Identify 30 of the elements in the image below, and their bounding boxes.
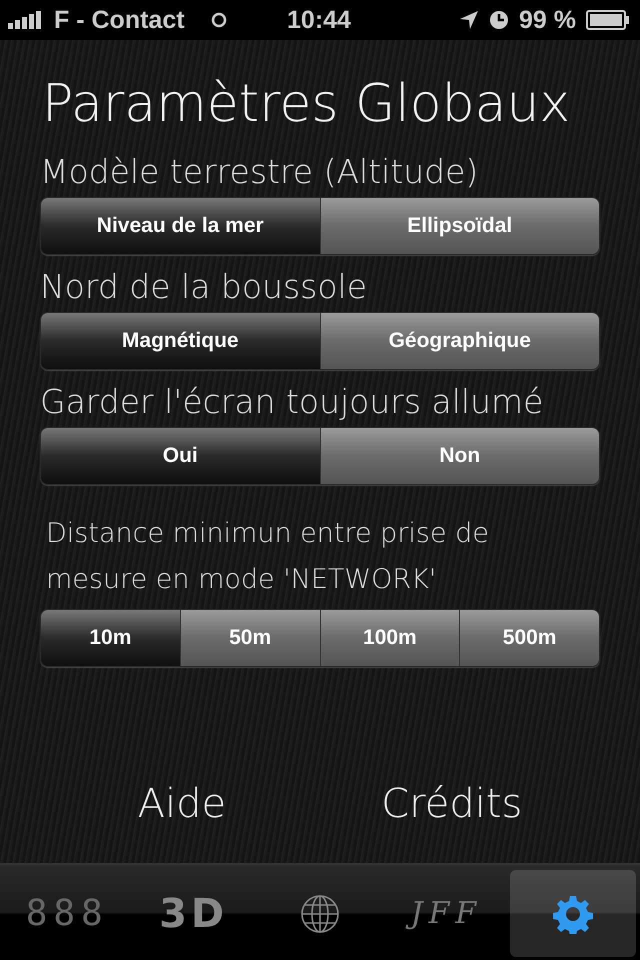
battery-percent: 99 %: [519, 6, 576, 34]
text-link[interactable]: Aide: [138, 781, 226, 827]
clock-icon: [489, 10, 509, 30]
setting-label: Garder l'écran toujours allumé: [40, 382, 544, 421]
tab-item[interactable]: 3D: [130, 870, 257, 957]
segment-option[interactable]: Oui: [41, 428, 320, 484]
tab-item[interactable]: 888: [4, 870, 130, 957]
globe-icon: [300, 894, 340, 934]
setting-label: Nord de la boussole: [40, 267, 368, 306]
location-arrow-icon: [459, 10, 479, 30]
segment-option[interactable]: Magnétique: [41, 313, 320, 369]
battery-icon: [586, 10, 630, 30]
setting-label: Modèle terrestre (Altitude): [40, 152, 480, 191]
segment-option[interactable]: 500m: [459, 610, 599, 666]
segment-option[interactable]: 100m: [320, 610, 460, 666]
segment-option[interactable]: Non: [320, 428, 599, 484]
activity-icon: [210, 12, 227, 28]
page-title: Paramètres Globaux: [42, 74, 572, 134]
status-time: 10:44: [287, 6, 351, 34]
tab-item[interactable]: JFF: [383, 870, 510, 957]
segment-option[interactable]: Niveau de la mer: [41, 198, 320, 254]
segment-option[interactable]: Ellipsoïdal: [320, 198, 599, 254]
carrier-name: F - Contact: [54, 6, 185, 34]
segment-option[interactable]: Géographique: [320, 313, 599, 369]
segment-option[interactable]: 50m: [180, 610, 320, 666]
settings-icon: [552, 894, 593, 934]
setting-label: Distance minimun entre prise de mesure en mode 'NETWORK': [45, 517, 490, 597]
tab-item[interactable]: [510, 870, 636, 957]
segment-option[interactable]: 10m: [41, 610, 180, 666]
text-link[interactable]: Crédits: [381, 781, 522, 827]
